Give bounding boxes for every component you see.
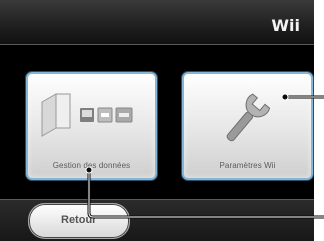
wii-settings-label: Paramètres Wii [219, 161, 276, 170]
top-bar: Wii [0, 0, 314, 45]
page-title: Wii [271, 16, 300, 35]
wrench-icon [226, 93, 271, 142]
back-button-label: Retour [61, 214, 97, 226]
console-data-icon [41, 93, 133, 137]
wii-settings-tile[interactable]: Paramètres Wii [182, 72, 313, 180]
page-margin [314, 0, 324, 241]
data-management-tile[interactable]: Gestion des données [26, 72, 157, 180]
wii-settings-screen: Wii Gestion des données Paramètres Wii R… [0, 0, 314, 241]
back-button[interactable]: Retour [28, 203, 130, 239]
data-management-label: Gestion des données [52, 161, 131, 170]
